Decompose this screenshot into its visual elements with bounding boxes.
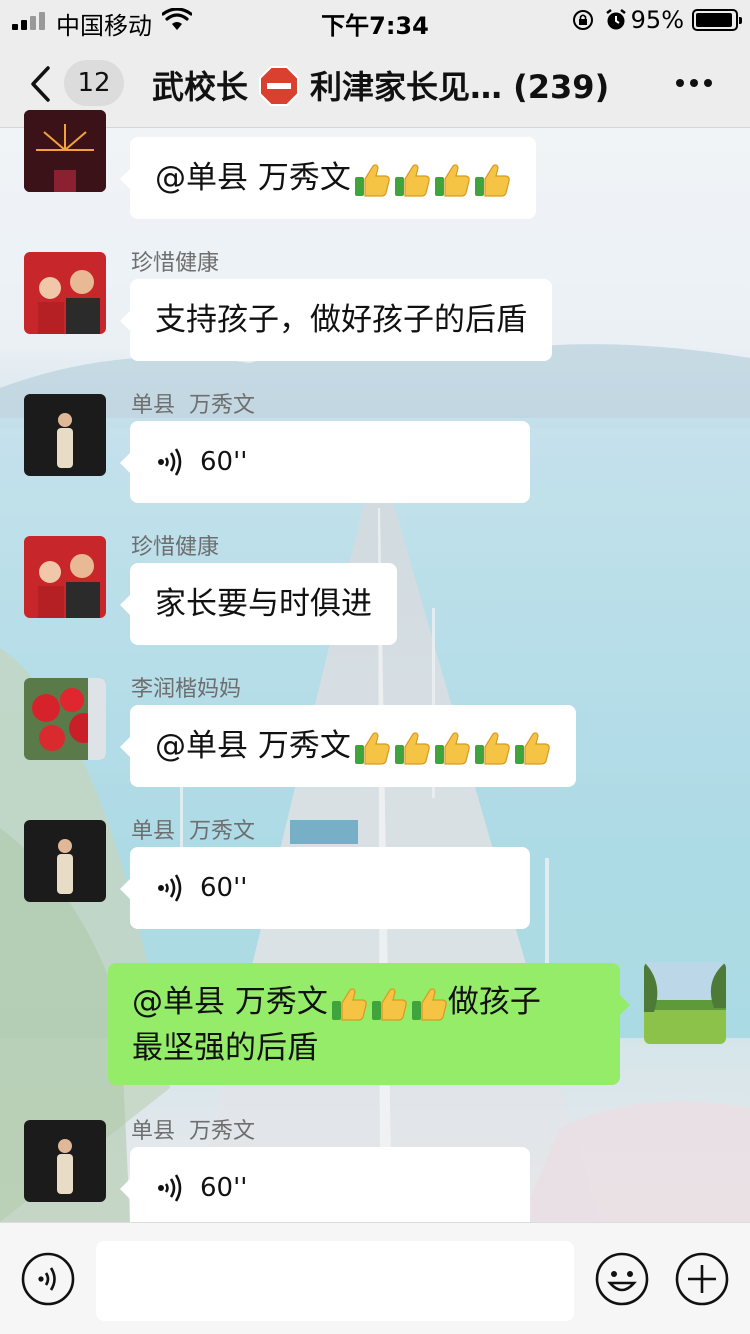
avatar[interactable] (24, 678, 106, 760)
thumbs-up-icon (394, 163, 430, 197)
voice-message[interactable]: 60'' (120, 847, 530, 929)
sender-name: 单县 万秀文 (131, 819, 255, 844)
thumbs-up-icon (434, 163, 470, 197)
chat-title: 武校长 (152, 68, 249, 106)
battery-icon (692, 9, 742, 31)
avatar[interactable] (24, 536, 106, 618)
avatar[interactable] (24, 394, 106, 476)
avatar[interactable] (24, 252, 106, 334)
voice-icon (158, 874, 182, 902)
rotation-lock-icon (573, 10, 593, 30)
emoji-icon[interactable] (594, 1251, 650, 1307)
message-text-line2: 最坚强的后盾 (132, 1030, 318, 1066)
message-text: 家长要与时俱进 (155, 586, 372, 622)
message-bubble[interactable]: 支持孩子，做好孩子的后盾 (120, 279, 552, 361)
thumbs-up-icon (394, 731, 430, 765)
back-chevron-icon[interactable] (28, 64, 52, 104)
thumbs-up-icons (328, 984, 448, 1021)
my-message-bubble[interactable]: @单县 万秀文 做孩子最坚强的后盾 (108, 963, 630, 1085)
unread-count-badge[interactable]: 12 (64, 60, 124, 106)
voice-icon (158, 1174, 182, 1202)
voice-input-icon[interactable] (20, 1251, 76, 1307)
more-button[interactable] (672, 76, 716, 92)
voice-duration: 60'' (200, 447, 248, 477)
avatar[interactable] (24, 110, 106, 192)
sender-name: 珍惜健康 (131, 251, 220, 276)
message-text: @单县 万秀文 (155, 160, 351, 196)
thumbs-up-icon (411, 987, 447, 1021)
chat-header: 12 武校长 利津家长见… (239) (0, 40, 750, 128)
status-bar: 中国移动 下午7:34 95% (0, 0, 750, 40)
thumbs-up-icon (434, 731, 470, 765)
avatar[interactable] (24, 1120, 106, 1202)
thumbs-up-icon (354, 163, 390, 197)
avatar[interactable] (24, 820, 106, 902)
stop-sign-icon (259, 66, 299, 106)
voice-message[interactable]: 60'' (120, 421, 530, 503)
message-bubble[interactable]: 家长要与时俱进 (120, 563, 397, 645)
message-text: @单县 万秀文 (155, 728, 351, 764)
message-text: @单县 万秀文 (132, 984, 328, 1020)
message-text: 支持孩子，做好孩子的后盾 (155, 302, 527, 338)
message-bubble[interactable]: @单县 万秀文 (120, 137, 536, 219)
voice-icon (158, 448, 182, 476)
voice-duration: 60'' (200, 1173, 248, 1203)
chat-title-rest: 利津家长见… (239) (310, 68, 610, 106)
voice-message[interactable]: 60'' (120, 1147, 530, 1229)
sender-name: 李润楷妈妈 (131, 677, 242, 702)
thumbs-up-icon (474, 163, 510, 197)
message-input[interactable] (96, 1241, 574, 1321)
thumbs-up-icon (354, 731, 390, 765)
message-bubble[interactable]: @单县 万秀文 (120, 705, 576, 787)
thumbs-up-icon (474, 731, 510, 765)
plus-icon[interactable] (674, 1251, 730, 1307)
voice-duration: 60'' (200, 873, 248, 903)
thumbs-up-icon (514, 731, 550, 765)
battery-percent: 95% (630, 6, 684, 34)
my-avatar[interactable] (644, 962, 726, 1044)
alarm-icon (606, 9, 626, 30)
thumbs-up-icons (351, 728, 551, 765)
sender-name: 单县 万秀文 (131, 393, 255, 418)
thumbs-up-icon (371, 987, 407, 1021)
message-text-suffix: 做孩子 (447, 984, 541, 1020)
thumbs-up-icons (351, 160, 511, 197)
sender-name: 珍惜健康 (131, 535, 220, 560)
thumbs-up-icon (331, 987, 367, 1021)
sender-name: 单县 万秀文 (131, 1119, 255, 1144)
input-bar (0, 1222, 750, 1334)
